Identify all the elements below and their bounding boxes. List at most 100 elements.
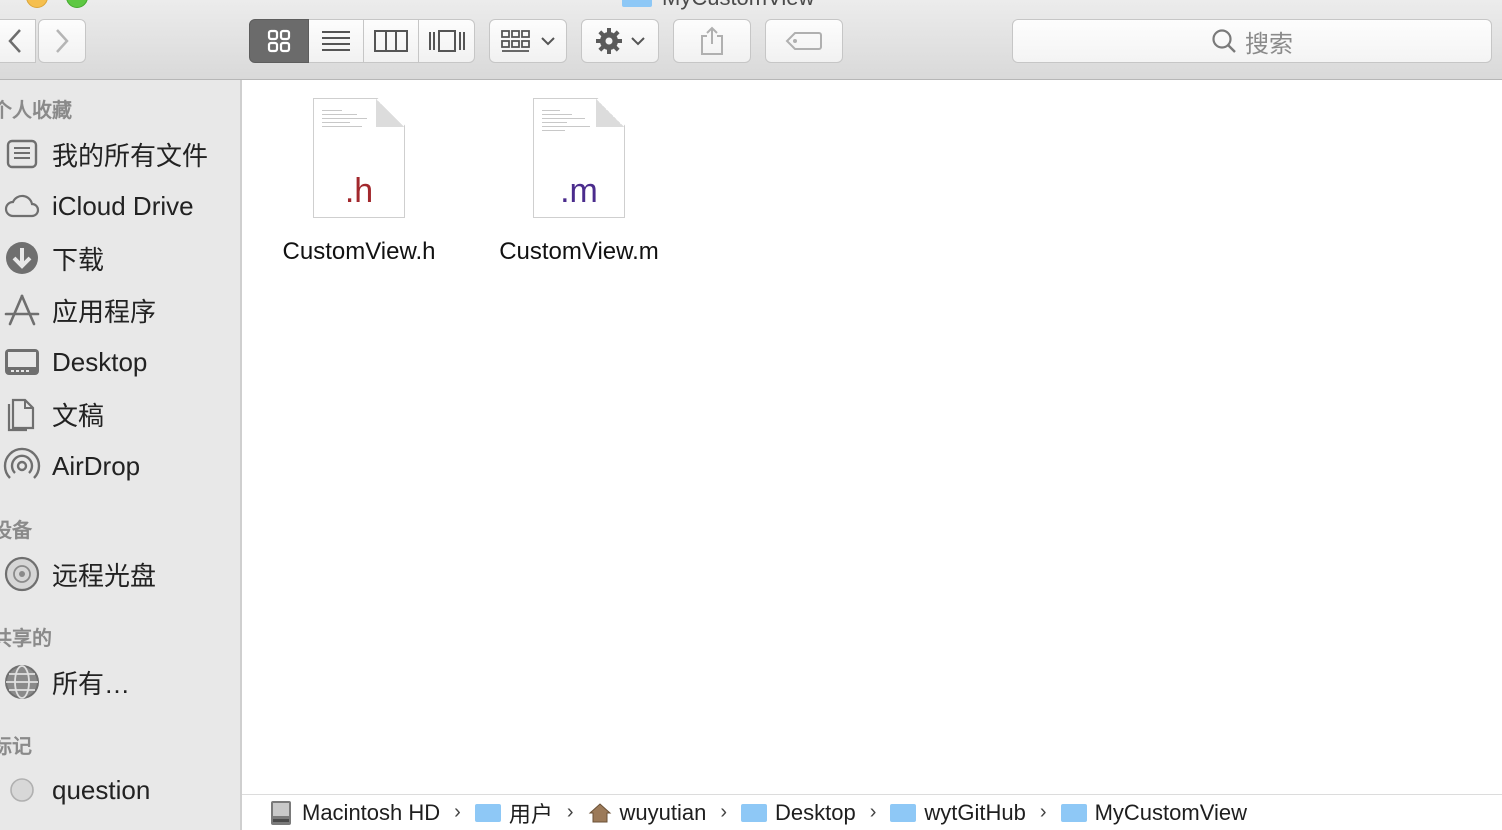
grid-icon: [267, 29, 291, 53]
path-crumb-wytgithub[interactable]: wytGitHub: [890, 799, 1026, 826]
arrange-button[interactable]: [489, 19, 567, 63]
list-icon: [322, 31, 350, 51]
tags-header: 标记: [0, 736, 32, 758]
chevron-right-icon: ›: [720, 801, 728, 823]
search-field[interactable]: 搜索: [1012, 19, 1492, 63]
icon-view-button[interactable]: [249, 19, 309, 63]
disc-icon: [2, 554, 42, 594]
back-button[interactable]: [0, 19, 36, 63]
chevron-left-icon: [7, 29, 21, 53]
chevron-down-icon: [631, 37, 645, 46]
sidebar-item-label: 我的所有文件: [52, 140, 209, 171]
tag-icon: [785, 32, 822, 50]
sidebar: 个人收藏 我的所有文件 iCloud Drive 下载 应用程序 Desktop: [0, 80, 242, 830]
sidebar-item-airdrop[interactable]: AirDrop: [0, 446, 240, 486]
desktop-icon: [2, 342, 42, 382]
tags-button[interactable]: [765, 19, 843, 63]
file-browser-content: .h CustomView.h .m CustomView.m: [242, 80, 1502, 794]
path-crumb-users[interactable]: 用户: [474, 797, 553, 829]
sidebar-item-label: question: [52, 774, 151, 805]
shared-header: 共享的: [0, 628, 52, 650]
share-icon: [701, 26, 723, 55]
cover-flow-icon: [428, 30, 465, 52]
chevron-right-icon: ›: [566, 801, 574, 823]
tag-circle-icon: [2, 770, 42, 810]
sidebar-item-remote-disc[interactable]: 远程光盘: [0, 554, 240, 594]
chevron-right-icon: ›: [869, 801, 877, 823]
file-name: CustomView.m: [499, 238, 659, 265]
gear-icon: [596, 28, 622, 54]
minimize-button[interactable]: [26, 0, 48, 8]
column-view-button[interactable]: [364, 19, 419, 63]
action-button[interactable]: [581, 19, 659, 63]
sidebar-item-label: 下载: [52, 244, 105, 275]
search-placeholder: 搜索: [1245, 30, 1293, 58]
sidebar-item-label: Desktop: [52, 346, 148, 377]
implementation-file-icon: .m: [533, 98, 625, 218]
arrange-grid-icon: [501, 30, 530, 52]
search-icon: [1212, 29, 1236, 53]
path-crumb-label: Desktop: [775, 799, 856, 825]
sidebar-item-label: 远程光盘: [52, 560, 157, 591]
cover-flow-view-button[interactable]: [419, 19, 475, 63]
file-item[interactable]: .h CustomView.h: [269, 98, 449, 266]
all-files-icon: [2, 134, 42, 174]
file-name: CustomView.h: [282, 238, 436, 265]
file-item[interactable]: .m CustomView.m: [489, 98, 669, 266]
path-crumb-macintosh-hd[interactable]: Macintosh HD: [268, 800, 440, 826]
forward-button[interactable]: [38, 19, 86, 63]
sidebar-item-all-files[interactable]: 我的所有文件: [0, 134, 240, 174]
folder-icon: [622, 0, 652, 7]
sidebar-item-label: AirDrop: [52, 450, 141, 481]
sidebar-item-icloud[interactable]: iCloud Drive: [0, 186, 240, 226]
sidebar-item-downloads[interactable]: 下载: [0, 238, 240, 278]
path-crumb-home[interactable]: wuyutian: [588, 799, 707, 826]
sidebar-item-all-shared[interactable]: 所有…: [0, 662, 240, 702]
network-icon: [2, 662, 42, 702]
download-icon: [2, 238, 42, 278]
path-crumb-mycustomview[interactable]: MyCustomView: [1060, 799, 1247, 826]
path-crumb-label: 用户: [508, 801, 553, 827]
sidebar-item-label: 应用程序: [52, 296, 157, 327]
path-crumb-desktop[interactable]: Desktop: [741, 800, 856, 826]
window-title: MyCustomView: [622, 0, 814, 11]
path-crumb-label: Macintosh HD: [302, 799, 441, 825]
path-bar: Macintosh HD › 用户 › wuyutian › Desktop ›…: [242, 794, 1502, 830]
documents-icon: [2, 394, 42, 434]
devices-header: 设备: [0, 520, 32, 542]
list-view-button[interactable]: [309, 19, 364, 63]
favorites-header: 个人收藏: [0, 100, 72, 122]
path-crumb-label: wytGitHub: [924, 799, 1026, 825]
applications-icon: [2, 290, 42, 330]
header-file-icon: .h: [313, 98, 405, 218]
cloud-icon: [2, 186, 42, 226]
sidebar-item-documents[interactable]: 文稿: [0, 394, 240, 434]
chevron-down-icon: [541, 37, 555, 46]
sidebar-item-applications[interactable]: 应用程序: [0, 290, 240, 330]
chevron-right-icon: ›: [454, 801, 461, 823]
hard-drive-icon: [271, 800, 291, 825]
window-title-label: MyCustomView: [662, 0, 814, 11]
toolbar: MyCustomView: [0, 0, 1502, 80]
file-extension: .h: [344, 172, 374, 210]
path-crumb-label: MyCustomView: [1094, 799, 1247, 825]
desktop-folder-icon: [741, 803, 768, 822]
sidebar-item-tag-question[interactable]: question: [0, 770, 240, 810]
share-button[interactable]: [673, 19, 751, 63]
sidebar-item-label: 所有…: [52, 668, 131, 699]
folder-icon: [890, 803, 917, 822]
path-crumb-label: wuyutian: [619, 799, 707, 825]
sidebar-item-label: iCloud Drive: [52, 190, 194, 221]
users-folder-icon: [474, 803, 501, 822]
chevron-right-icon: ›: [1039, 801, 1047, 823]
folder-icon: [1060, 803, 1087, 822]
home-icon: [588, 802, 611, 822]
file-extension: .m: [560, 172, 598, 210]
sidebar-item-label: 文稿: [52, 400, 105, 431]
chevron-right-icon: [56, 29, 69, 53]
sidebar-item-desktop[interactable]: Desktop: [0, 342, 240, 382]
columns-icon: [374, 30, 408, 52]
airdrop-icon: [2, 446, 42, 486]
zoom-button[interactable]: [66, 0, 88, 8]
view-mode-control: [249, 19, 475, 63]
